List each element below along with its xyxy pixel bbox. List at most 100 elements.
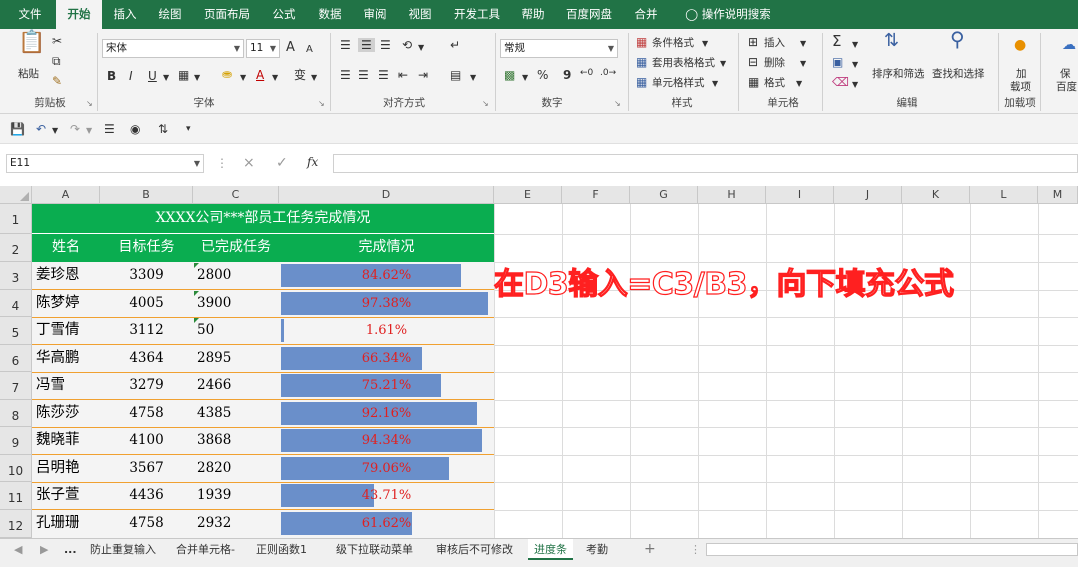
addins-label-2[interactable]: 载项 <box>1010 79 1031 94</box>
tab-merge[interactable]: 合并 <box>624 0 668 29</box>
progress-percent-cell[interactable]: 97.38% <box>279 290 494 318</box>
formula-input[interactable] <box>333 154 1078 173</box>
tab-formulas[interactable]: 公式 <box>262 0 306 29</box>
row-header-11[interactable]: 11 <box>0 482 32 510</box>
row-header-5[interactable]: 5 <box>0 317 32 345</box>
baidu-save-label-2[interactable]: 百度 <box>1056 79 1077 94</box>
target-cell[interactable]: 4100 <box>100 427 193 455</box>
sort-icon[interactable]: ⇅ <box>158 122 168 136</box>
tab-view[interactable]: 视图 <box>398 0 442 29</box>
merge-center-icon[interactable]: ▤ <box>450 68 461 82</box>
sheet-tab-active[interactable]: 进度条 <box>528 539 573 560</box>
tab-draw[interactable]: 绘图 <box>148 0 192 29</box>
target-cell[interactable]: 4005 <box>100 290 193 318</box>
name-box[interactable]: E11 ▼ <box>6 154 204 173</box>
done-cell[interactable]: 3900 <box>197 290 277 318</box>
row-header-1[interactable]: 1 <box>0 204 32 234</box>
target-cell[interactable]: 3567 <box>100 455 193 483</box>
grow-font-button[interactable]: A <box>286 41 295 55</box>
row-header-10[interactable]: 10 <box>0 454 32 482</box>
tab-insert[interactable]: 插入 <box>104 0 146 29</box>
tab-baidu-netdisk[interactable]: 百度网盘 <box>558 0 620 29</box>
chevron-down-icon[interactable]: ▼ <box>470 71 476 85</box>
fill-color-icon[interactable]: ⛂ <box>222 67 232 81</box>
target-cell[interactable]: 3112 <box>100 317 193 345</box>
progress-percent-cell[interactable]: 84.62% <box>279 262 494 290</box>
done-cell[interactable]: 2932 <box>197 510 277 538</box>
sheet-tab-2[interactable]: 合并单元格- <box>176 539 235 560</box>
save-icon[interactable]: 💾 <box>10 122 25 136</box>
orientation-icon[interactable]: ⟲ <box>402 38 412 52</box>
tab-data[interactable]: 数据 <box>308 0 352 29</box>
sheet-tab-5[interactable]: 审核后不可修改 <box>436 539 513 560</box>
clipboard-launcher-icon[interactable]: ↘ <box>86 97 93 111</box>
name-cell[interactable]: 姜珍恩 <box>36 262 100 290</box>
sheet-tab-7[interactable]: 考勤 <box>586 539 608 560</box>
name-cell[interactable]: 华高鹏 <box>36 345 100 373</box>
tab-splitter-icon[interactable]: ⋮ <box>690 539 701 560</box>
phonetic-button[interactable]: 变 <box>294 68 306 82</box>
progress-percent-cell[interactable]: 94.34% <box>279 427 494 455</box>
find-select-button[interactable]: 查找和选择 <box>932 66 985 81</box>
redo-icon[interactable]: ↷ <box>70 122 80 136</box>
align-top-icon[interactable]: ☰ <box>340 38 351 52</box>
chevron-down-icon[interactable]: ▼ <box>52 124 58 138</box>
sheet-tab-4[interactable]: 级下拉联动菜单 <box>336 539 413 560</box>
font-launcher-icon[interactable]: ↘ <box>318 97 325 111</box>
paste-label[interactable]: 粘贴 <box>18 66 39 81</box>
progress-percent-cell[interactable]: 43.71% <box>279 482 494 510</box>
done-cell[interactable]: 2895 <box>197 345 277 373</box>
column-header-b[interactable]: B <box>100 186 193 204</box>
scroll-left-icon[interactable]: ◀ <box>14 539 22 560</box>
tab-file[interactable]: 文件 <box>6 0 54 29</box>
chevron-down-icon[interactable]: ▼ <box>796 77 802 91</box>
target-cell[interactable]: 4758 <box>100 400 193 428</box>
decrease-indent-icon[interactable]: ⇤ <box>398 68 408 82</box>
tab-help[interactable]: 帮助 <box>512 0 554 29</box>
clear-icon[interactable]: ⌫ <box>832 75 849 89</box>
chevron-down-icon[interactable]: ▼ <box>720 57 726 71</box>
header-cell-done[interactable]: 已完成任务 <box>193 234 279 261</box>
number-format-combo[interactable]: 常规 ▼ <box>500 39 618 58</box>
chevron-down-icon[interactable]: ▼ <box>194 71 200 85</box>
undo-icon[interactable]: ↶ <box>36 122 46 136</box>
column-header-j[interactable]: J <box>834 186 902 204</box>
row-header-2[interactable]: 2 <box>0 234 32 262</box>
cancel-formula-icon[interactable]: × <box>243 156 255 170</box>
column-header-c[interactable]: C <box>193 186 279 204</box>
sheet-title-cell[interactable]: XXXX公司***部员工任务完成情况 <box>32 205 494 232</box>
format-as-table-button[interactable]: 套用表格格式 <box>652 55 715 70</box>
sheet-tab-3[interactable]: 正则函数1 <box>256 539 307 560</box>
column-header-k[interactable]: K <box>902 186 970 204</box>
chevron-down-icon[interactable]: ▼ <box>311 71 317 85</box>
copy-icon[interactable]: ⧉ <box>52 54 61 68</box>
form-icon[interactable]: ☰ <box>104 122 115 136</box>
currency-icon[interactable]: ▩ <box>504 68 515 82</box>
tab-home[interactable]: 开始 <box>56 0 102 29</box>
font-name-combo[interactable]: 宋体 ▼ <box>102 39 244 58</box>
target-cell[interactable]: 3279 <box>100 372 193 400</box>
comma-style-button[interactable]: 9 <box>563 68 571 82</box>
row-header-4[interactable]: 4 <box>0 289 32 317</box>
tell-me-search[interactable]: ◯ 操作说明搜索 <box>680 0 776 29</box>
row-header-6[interactable]: 6 <box>0 344 32 372</box>
name-cell[interactable]: 张子萱 <box>36 482 100 510</box>
paste-icon[interactable]: 📋 <box>18 32 45 54</box>
tab-page-layout[interactable]: 页面布局 <box>196 0 258 29</box>
bold-button[interactable]: B <box>107 69 116 83</box>
chevron-down-icon[interactable]: ▼ <box>852 78 858 92</box>
more-sheets-button[interactable]: ... <box>64 539 77 560</box>
shrink-font-button[interactable]: A <box>306 43 313 57</box>
decrease-decimal-icon[interactable]: .0→ <box>600 66 616 80</box>
name-cell[interactable]: 陈梦婷 <box>36 290 100 318</box>
chevron-down-icon[interactable]: ▼ <box>240 71 246 85</box>
autosum-button[interactable]: Σ <box>832 34 841 49</box>
done-cell[interactable]: 4385 <box>197 400 277 428</box>
row-header-9[interactable]: 9 <box>0 427 32 455</box>
header-cell-target[interactable]: 目标任务 <box>100 234 193 261</box>
column-header-m[interactable]: M <box>1038 186 1078 204</box>
camera-icon[interactable]: ◉ <box>130 122 140 136</box>
progress-percent-cell[interactable]: 61.62% <box>279 510 494 538</box>
chevron-down-icon[interactable]: ▼ <box>163 71 169 85</box>
chevron-down-icon[interactable]: ▼ <box>702 37 708 51</box>
